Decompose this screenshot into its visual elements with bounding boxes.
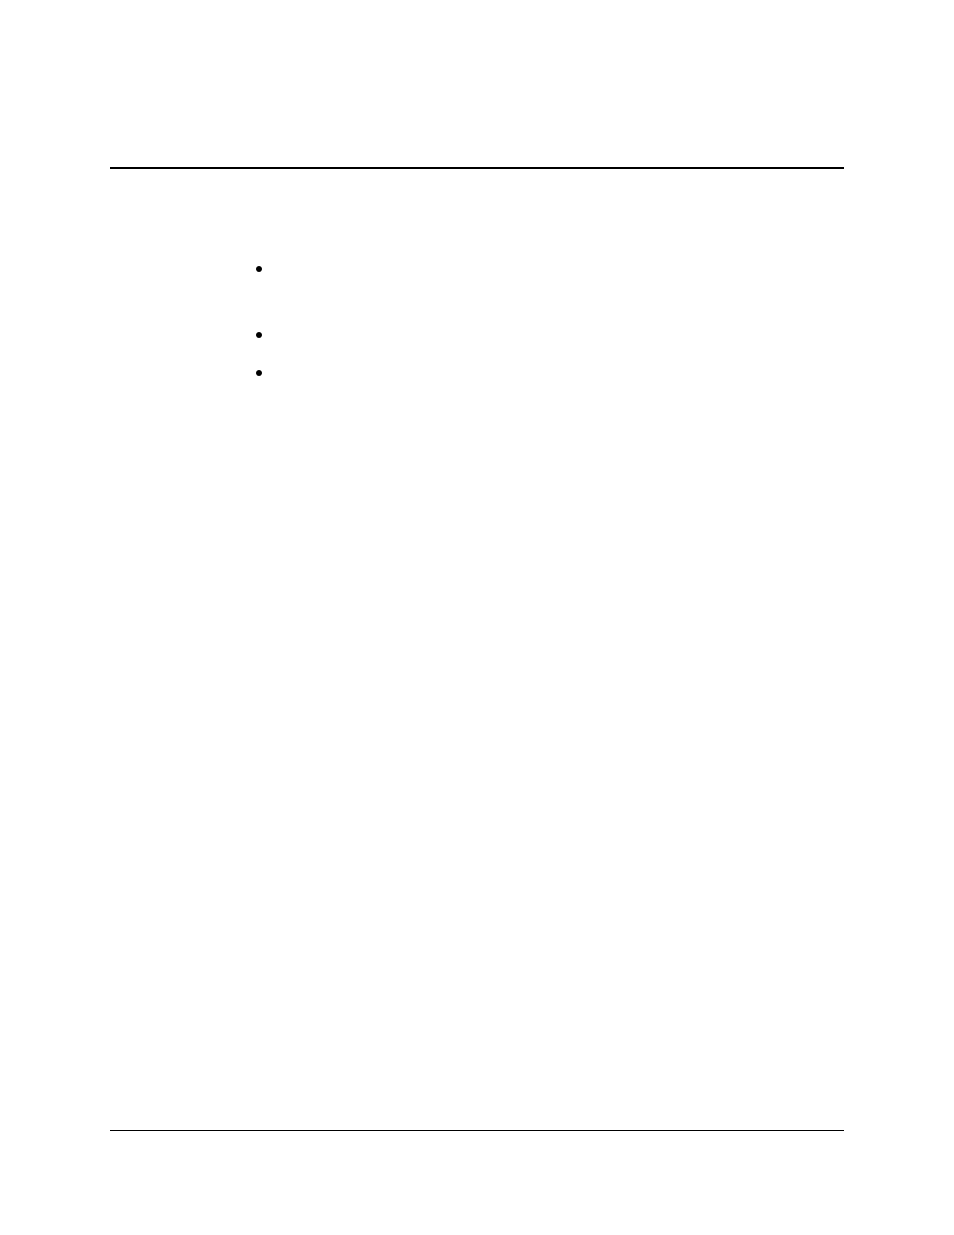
bullet-list xyxy=(250,260,844,382)
body-content xyxy=(250,260,844,402)
top-horizontal-rule xyxy=(110,167,844,169)
bottom-horizontal-rule xyxy=(110,1130,844,1131)
list-item xyxy=(250,364,844,382)
list-item xyxy=(250,326,844,344)
list-item xyxy=(250,260,844,306)
